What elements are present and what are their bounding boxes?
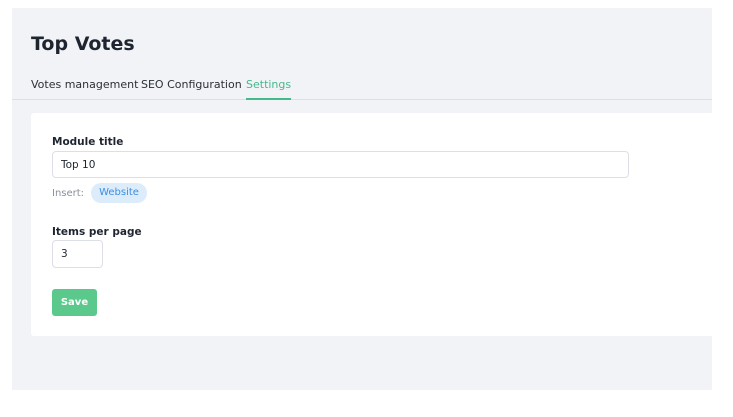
tab-seo-configuration[interactable]: SEO Configuration <box>141 77 242 98</box>
items-per-page-input[interactable] <box>52 240 103 268</box>
settings-card: Module title Insert: Website Items per p… <box>31 113 712 336</box>
tab-settings[interactable]: Settings <box>246 77 292 100</box>
insert-row: Insert: Website <box>52 183 147 203</box>
tab-bar: Votes management SEO Configuration Setti… <box>12 74 712 100</box>
insert-chip-website[interactable]: Website <box>91 183 147 203</box>
insert-label: Insert: <box>52 187 85 199</box>
save-button[interactable]: Save <box>52 289 97 316</box>
page-container: Top Votes Votes management SEO Configura… <box>12 8 712 390</box>
tab-votes-management[interactable]: Votes management <box>31 77 138 98</box>
page-title: Top Votes <box>31 33 135 55</box>
module-title-label: Module title <box>52 136 124 148</box>
items-per-page-label: Items per page <box>52 226 142 238</box>
module-title-input[interactable] <box>52 151 629 178</box>
